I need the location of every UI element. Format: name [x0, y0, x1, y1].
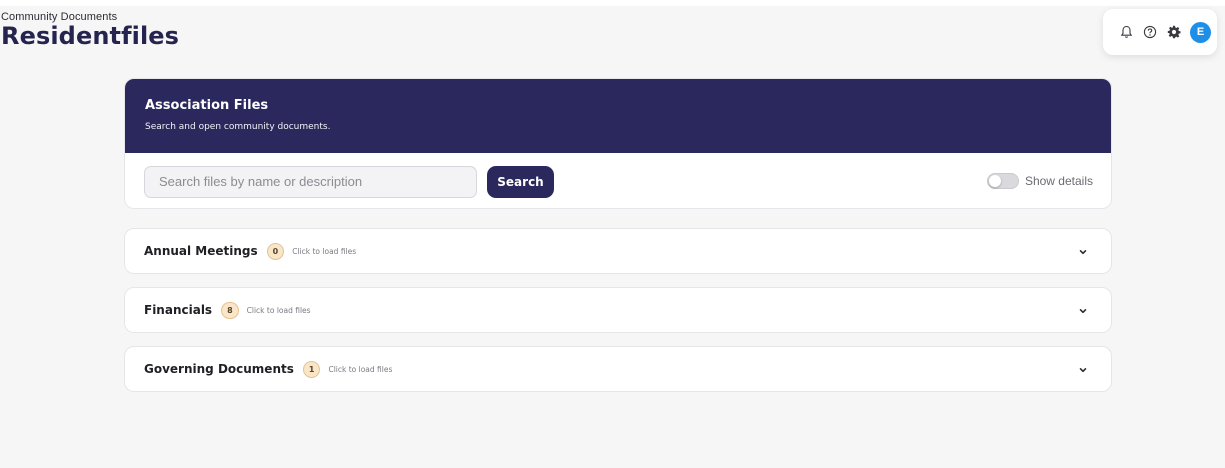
section-title: Financials	[144, 303, 213, 317]
bell-icon[interactable]	[1118, 24, 1134, 40]
search-button[interactable]: Search	[487, 165, 554, 198]
section-annual-meetings[interactable]: Annual Meetings 0 Click to load files	[124, 228, 1112, 274]
toggle-switch[interactable]	[986, 173, 1019, 189]
section-financials[interactable]: Financials 8 Click to load files	[124, 287, 1112, 333]
show-details-toggle[interactable]: Show details	[986, 173, 1093, 189]
gear-icon[interactable]	[1166, 24, 1182, 40]
section-hint: Click to load files	[292, 246, 357, 256]
help-icon[interactable]	[1142, 24, 1158, 40]
toggle-knob	[988, 175, 1001, 187]
section-title: Annual Meetings	[144, 244, 258, 258]
chevron-down-icon[interactable]	[1077, 305, 1089, 317]
file-count-badge: 1	[302, 360, 321, 378]
section-title: Governing Documents	[144, 362, 294, 376]
files-panel-title: Association Files	[145, 98, 269, 113]
association-files-panel: Association Files Search and open commun…	[124, 78, 1112, 209]
chevron-down-icon[interactable]	[1077, 246, 1089, 258]
search-input[interactable]	[144, 165, 477, 198]
top-strip	[0, 0, 1225, 6]
header-toolbar: E	[1103, 9, 1217, 55]
page-title: Residentfiles	[1, 22, 180, 50]
file-count-badge: 0	[266, 242, 285, 260]
file-count-badge: 8	[221, 301, 239, 319]
user-avatar[interactable]: E	[1190, 21, 1211, 43]
chevron-down-icon[interactable]	[1077, 364, 1089, 376]
search-controls: Search Show details	[125, 153, 1111, 208]
files-panel-subtitle: Search and open community documents.	[145, 122, 331, 132]
section-governing-documents[interactable]: Governing Documents 1 Click to load file…	[124, 346, 1112, 392]
toggle-label: Show details	[1024, 174, 1093, 188]
files-panel-header: Association Files Search and open commun…	[125, 79, 1111, 153]
section-hint: Click to load files	[328, 364, 393, 374]
section-hint: Click to load files	[246, 305, 311, 315]
